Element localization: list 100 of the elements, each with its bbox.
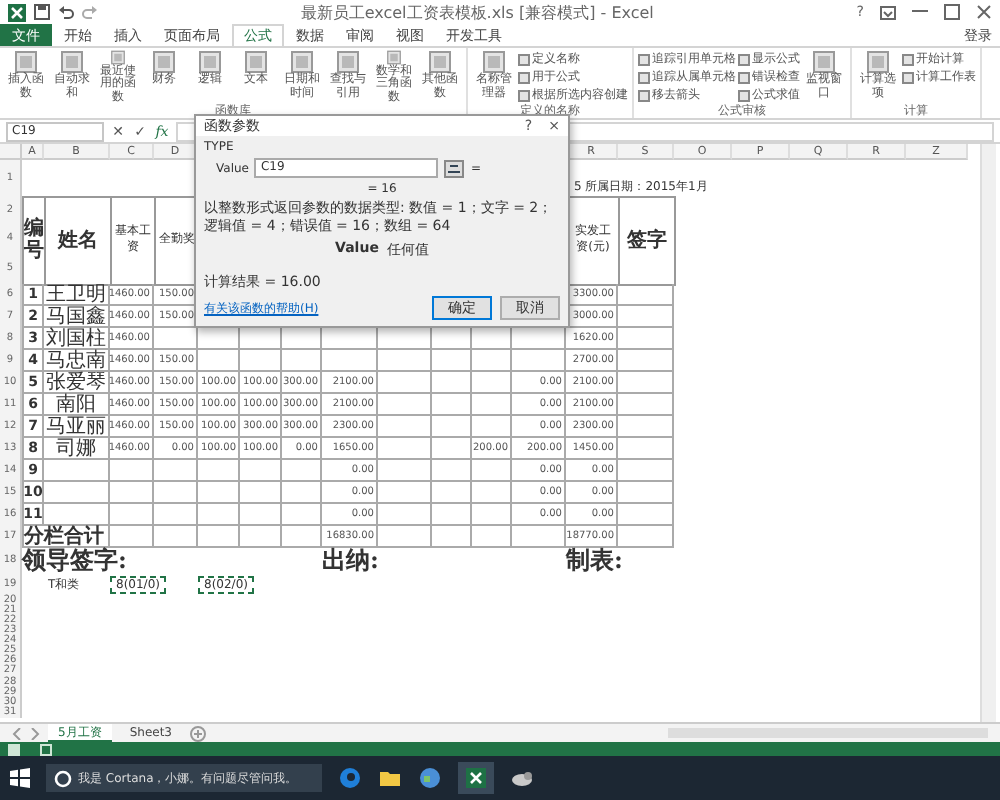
empty-cell: [618, 503, 674, 526]
empty-cell: [618, 393, 674, 416]
empty-cell: [432, 459, 472, 482]
empty-cell: [240, 481, 282, 504]
empty-cell: [472, 481, 512, 504]
bird-icon[interactable]: [510, 766, 534, 790]
empty-cell: [378, 481, 432, 504]
empty-cell: [110, 459, 154, 482]
table-cell: 马忠南: [44, 349, 110, 372]
table-header: 姓名: [44, 196, 112, 286]
excel-taskbar-button[interactable]: [458, 762, 494, 794]
empty-cell: [432, 525, 472, 548]
empty-cell: [472, 371, 512, 394]
empty-cell: [110, 481, 154, 504]
globe-icon[interactable]: [418, 766, 442, 790]
edge-icon[interactable]: [338, 766, 362, 790]
empty-cell: [44, 503, 110, 526]
add-sheet-icon[interactable]: [190, 725, 206, 741]
empty-cell: [198, 349, 240, 372]
empty-cell: [154, 503, 198, 526]
empty-cell: [198, 525, 240, 548]
empty-cell: [240, 503, 282, 526]
collapse-icon[interactable]: [444, 159, 465, 177]
undo-icon[interactable]: [58, 4, 74, 20]
table-cell: 刘国柱: [44, 327, 110, 350]
empty-cell: [432, 393, 472, 416]
empty-cell: [512, 525, 566, 548]
empty-cell: [618, 327, 674, 350]
empty-cell: [618, 525, 674, 548]
scroll-left-icon[interactable]: [12, 727, 22, 739]
empty-cell: [618, 415, 674, 438]
empty-cell: [618, 481, 674, 504]
maximize-icon[interactable]: [944, 4, 960, 20]
empty-cell: [618, 349, 674, 372]
document-icon: [482, 50, 506, 74]
document-icon: [244, 50, 268, 74]
document-icon: [866, 50, 890, 74]
empty-cell: [198, 481, 240, 504]
empty-cell: [282, 481, 322, 504]
table-cell: 司娜: [44, 437, 110, 460]
empty-cell: [378, 525, 432, 548]
document-icon: [290, 50, 314, 74]
empty-cell: [618, 305, 674, 328]
empty-cell: [378, 415, 432, 438]
table-header: 编号: [22, 196, 46, 286]
save-icon[interactable]: [34, 4, 50, 20]
empty-cell: [44, 481, 110, 504]
excel-icon: [466, 768, 486, 788]
document-icon: [336, 50, 360, 74]
table-cell: 张爱琴: [44, 371, 110, 394]
macro-icon[interactable]: [40, 743, 52, 755]
empty-cell: [432, 371, 472, 394]
empty-cell: [472, 525, 512, 548]
scroll-right-icon[interactable]: [30, 727, 40, 739]
empty-cell: [282, 349, 322, 372]
empty-cell: [432, 437, 472, 460]
empty-cell: [110, 525, 154, 548]
cortana-icon: [54, 769, 72, 787]
empty-cell: [240, 525, 282, 548]
start-icon[interactable]: [10, 768, 30, 788]
empty-cell: [282, 459, 322, 482]
empty-cell: [378, 503, 432, 526]
empty-cell: [432, 415, 472, 438]
minimize-icon[interactable]: [912, 10, 928, 14]
empty-cell: [322, 349, 378, 372]
table-cell: 分栏合计: [22, 525, 110, 548]
close-icon[interactable]: [976, 4, 992, 20]
empty-cell: [154, 459, 198, 482]
empty-cell: [378, 371, 432, 394]
empty-cell: [282, 525, 322, 548]
empty-cell: [472, 503, 512, 526]
empty-cell: [432, 349, 472, 372]
empty-cell: [378, 437, 432, 460]
document-icon: [60, 50, 84, 74]
empty-cell: [240, 459, 282, 482]
document-icon: [14, 50, 38, 74]
ribbon-display-icon[interactable]: [880, 5, 896, 19]
ready-icon: [8, 743, 20, 755]
table-cell: 南阳: [44, 393, 110, 416]
empty-cell: [154, 481, 198, 504]
empty-cell: [44, 459, 110, 482]
vertical-scrollbar[interactable]: [980, 144, 996, 722]
folder-icon[interactable]: [378, 766, 402, 790]
empty-cell: [472, 459, 512, 482]
signature-label: 出纳:: [322, 544, 381, 579]
empty-cell: [618, 283, 674, 306]
empty-cell: [198, 503, 240, 526]
empty-cell: [472, 393, 512, 416]
document-icon: [382, 50, 406, 65]
empty-cell: [198, 459, 240, 482]
document-icon: [428, 50, 452, 74]
empty-cell: [154, 525, 198, 548]
document-icon: [152, 50, 176, 74]
window-title: 最新员工excel工资表模板.xls [兼容模式] - Excel: [300, 1, 654, 23]
empty-cell: [378, 459, 432, 482]
empty-cell: [378, 349, 432, 372]
empty-cell: [618, 437, 674, 460]
excel-logo-icon[interactable]: [8, 3, 26, 21]
empty-cell: [240, 349, 282, 372]
document-icon: [812, 50, 836, 74]
